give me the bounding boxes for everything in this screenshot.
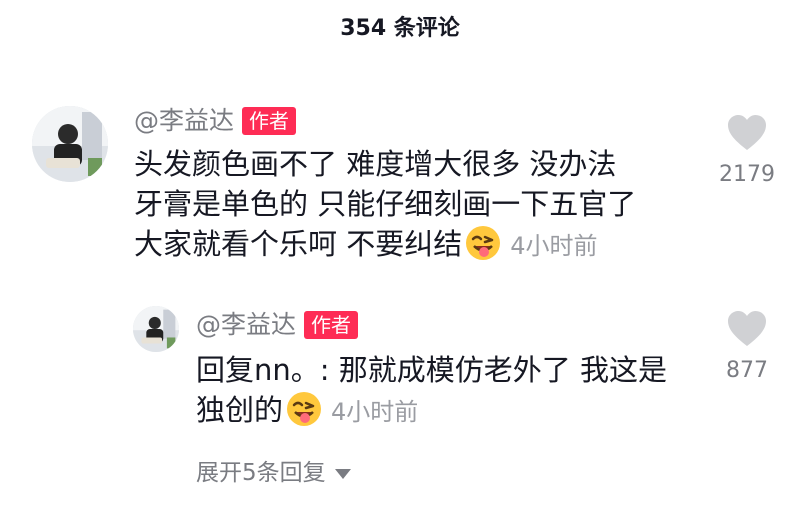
heart-icon	[726, 115, 768, 156]
comment-line: 头发颜色画不了 难度增大很多 没办法	[134, 147, 617, 181]
comment-time: 4小时前	[510, 232, 598, 260]
comment-header: @李益达 作者	[134, 104, 297, 138]
like-count: 2179	[719, 162, 775, 187]
username[interactable]: @李益达	[134, 104, 234, 138]
reply-time: 4小时前	[331, 398, 419, 426]
avatar-image	[32, 106, 108, 182]
comment-line: 牙膏是单色的 只能仔细刻画一下五官了	[134, 187, 637, 221]
heart-icon	[726, 311, 768, 352]
author-badge: 作者	[304, 311, 359, 339]
reply-text: 回复nn。: 那就成模仿老外了 我这是 独创的 4小时前	[196, 350, 667, 430]
reply-line-last: 独创的 4小时前	[196, 390, 667, 430]
username[interactable]: @李益达	[196, 308, 296, 342]
comments-panel: 354 条评论 @李益达 作者 头发颜色画不了 难度增大很多 没办法 牙膏是单色…	[0, 0, 800, 523]
comment-line: 大家就看个乐呵 不要纠结	[134, 227, 463, 261]
expand-replies-button[interactable]: 展开5条回复	[196, 456, 352, 490]
like-button[interactable]: 2179	[707, 114, 787, 190]
comment-count-title: 354 条评论	[340, 16, 460, 41]
avatar-image	[133, 306, 179, 352]
reply-line: 独创的	[196, 393, 284, 427]
like-count: 877	[726, 358, 768, 383]
expand-replies-label: 展开5条回复	[196, 460, 326, 486]
reply-header: @李益达 作者	[196, 308, 359, 342]
reply-line: 回复nn。: 那就成模仿老外了 我这是	[196, 353, 667, 387]
comment-line-last: 大家就看个乐呵 不要纠结 4小时前	[134, 224, 636, 264]
comment-text: 头发颜色画不了 难度增大很多 没办法 牙膏是单色的 只能仔细刻画一下五官了 大家…	[134, 144, 636, 264]
avatar[interactable]	[32, 106, 108, 182]
wink-tongue-emoji-icon	[464, 224, 502, 262]
wink-tongue-emoji-icon	[285, 390, 323, 428]
avatar[interactable]	[133, 306, 179, 352]
like-button[interactable]: 877	[707, 310, 787, 386]
author-badge: 作者	[242, 107, 297, 135]
caret-down-icon	[334, 456, 352, 490]
